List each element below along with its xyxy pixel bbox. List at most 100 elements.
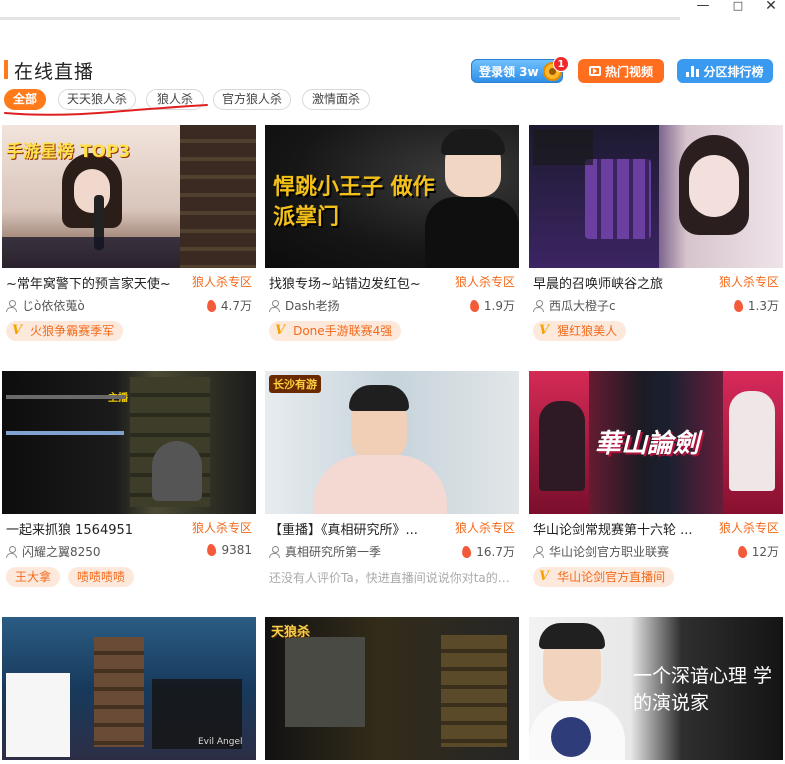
stream-card[interactable]: Evil Angel <box>2 617 256 764</box>
stream-thumbnail[interactable]: 手游星榜 TOP3 <box>2 125 256 268</box>
stream-thumbnail[interactable]: 主播 <box>2 371 256 514</box>
view-count: 9381 <box>206 543 252 557</box>
stream-title[interactable]: 华山论剑常规赛第十六轮 ... <box>533 519 713 538</box>
section-title: 在线直播 <box>14 61 95 83</box>
hot-video-label: 热门视频 <box>604 64 653 79</box>
tag-chip[interactable]: 啧啧啧啧 <box>68 567 135 587</box>
title-bar: — □ ✕ <box>0 0 785 30</box>
tab-official-werewolf[interactable]: 官方狼人杀 <box>213 89 291 110</box>
streamer-name-text: 真相研究所第一季 <box>285 545 382 559</box>
v-icon: V <box>539 569 550 584</box>
achievement-badge-text: Done手游联赛4强 <box>293 324 393 338</box>
user-icon <box>533 299 544 312</box>
thumbnail-overlay-text: 长沙有游 <box>269 375 321 393</box>
streamer-name[interactable]: じò依依蒐ò <box>6 297 85 314</box>
user-icon <box>6 299 17 312</box>
category-tag[interactable]: 狼人杀专区 <box>719 519 779 536</box>
achievement-badge: V 猩红狼美人 <box>533 321 627 341</box>
stream-title[interactable]: 【重播】《真相研究所》... <box>269 519 449 538</box>
flame-icon <box>206 298 217 313</box>
view-count: 12万 <box>736 543 779 560</box>
streamer-name[interactable]: 闪耀之翼8250 <box>6 543 101 560</box>
view-count-text: 4.7万 <box>220 299 252 313</box>
view-count-text: 1.3万 <box>747 299 779 313</box>
streamer-name-text: じò依依蒐ò <box>22 299 85 313</box>
flame-icon <box>461 544 473 559</box>
view-count-text: 12万 <box>751 545 779 559</box>
view-count-text: 16.7万 <box>476 545 515 559</box>
close-button[interactable]: ✕ <box>757 0 785 14</box>
thumbnail-overlay-text: 悍跳小王子 做作派掌门 <box>273 175 435 230</box>
stream-card[interactable]: 悍跳小王子 做作派掌门 找狼专场~站错边发红包~ 狼人杀专区 Dash老扬 1.… <box>265 125 519 360</box>
streamer-name[interactable]: 华山论剑官方职业联赛 <box>533 543 669 560</box>
category-tag[interactable]: 狼人杀专区 <box>192 273 252 290</box>
horizontal-scrollbar[interactable] <box>0 17 680 20</box>
category-tag[interactable]: 狼人杀专区 <box>455 273 515 290</box>
achievement-badge-text: 猩红狼美人 <box>557 324 618 338</box>
streamer-name-text: 西瓜大橙子c <box>549 299 616 313</box>
stream-card[interactable]: 一个深谙心理 学的演说家 <box>529 617 783 764</box>
tag-chip[interactable]: 王大拿 <box>6 567 61 587</box>
login-reward-button[interactable]: 登录领 3w <box>471 59 563 83</box>
stream-thumbnail[interactable] <box>529 125 783 268</box>
maximize-button[interactable]: □ <box>724 0 752 14</box>
user-icon <box>533 545 544 558</box>
stream-thumbnail[interactable]: 悍跳小王子 做作派掌门 <box>265 125 519 268</box>
rank-label: 分区排行榜 <box>703 64 764 79</box>
v-icon: V <box>275 323 286 338</box>
section-accent-bar <box>4 60 8 79</box>
red-underline-annotation <box>4 104 208 116</box>
flame-icon <box>733 298 744 313</box>
view-count: 1.3万 <box>733 297 779 314</box>
notification-badge: 1 <box>553 56 569 72</box>
user-icon <box>269 545 280 558</box>
minimize-button[interactable]: — <box>689 0 717 14</box>
rank-button[interactable]: 分区排行榜 <box>677 59 773 83</box>
streamer-name[interactable]: Dash老扬 <box>269 297 339 314</box>
bar-chart-icon <box>686 65 700 77</box>
category-tag[interactable]: 狼人杀专区 <box>455 519 515 536</box>
achievement-badge: V 火狼争霸赛季军 <box>6 321 124 341</box>
stream-card[interactable]: 手游星榜 TOP3 ~常年窝警下的预言家天使~ 狼人杀专区 じò依依蒐ò 4.7… <box>2 125 256 360</box>
stream-title[interactable]: 一起来抓狼 1564951 <box>6 519 186 538</box>
stream-title[interactable]: 早晨的召唤师峡谷之旅 <box>533 273 713 292</box>
stream-thumbnail[interactable]: Evil Angel <box>2 617 256 760</box>
login-reward-label: 登录领 3w <box>479 64 539 79</box>
stream-card[interactable]: 主播 一起来抓狼 1564951 狼人杀专区 闪耀之翼8250 9381 王大拿… <box>2 371 256 606</box>
user-icon <box>269 299 280 312</box>
stream-title[interactable]: ~常年窝警下的预言家天使~ <box>6 273 186 292</box>
category-tag[interactable]: 狼人杀专区 <box>719 273 779 290</box>
tab-passion-face-kill[interactable]: 激情面杀 <box>302 89 370 110</box>
streamer-name[interactable]: 西瓜大橙子c <box>533 297 616 314</box>
stream-thumbnail[interactable]: 華山論劍 <box>529 371 783 514</box>
flame-icon <box>469 298 480 313</box>
stream-card[interactable]: 长沙有游 【重播】《真相研究所》... 狼人杀专区 真相研究所第一季 16.7万… <box>265 371 519 606</box>
view-count: 1.9万 <box>469 297 515 314</box>
stream-title[interactable]: 找狼专场~站错边发红包~ <box>269 273 449 292</box>
comment-preview: 还没有人评价Ta，快进直播间说说你对ta的印... <box>269 571 517 585</box>
hot-video-button[interactable]: 热门视频 <box>578 59 664 83</box>
view-count-text: 1.9万 <box>483 299 515 313</box>
stream-card[interactable]: 早晨的召唤师峡谷之旅 狼人杀专区 西瓜大橙子c 1.3万 V 猩红狼美人 <box>529 125 783 360</box>
view-count: 4.7万 <box>206 297 252 314</box>
v-icon: V <box>539 323 550 338</box>
view-count: 16.7万 <box>461 543 515 560</box>
stream-thumbnail[interactable]: 长沙有游 <box>265 371 519 514</box>
stream-card[interactable]: 華山論劍 华山论剑常规赛第十六轮 ... 狼人杀专区 华山论剑官方职业联赛 12… <box>529 371 783 606</box>
flame-icon <box>206 543 218 557</box>
stream-thumbnail[interactable]: 一个深谙心理 学的演说家 <box>529 617 783 760</box>
view-count-text: 9381 <box>221 543 252 557</box>
streamer-name[interactable]: 真相研究所第一季 <box>269 543 381 560</box>
achievement-badge: V 华山论剑官方直播间 <box>533 567 675 587</box>
stream-thumbnail[interactable]: 天狼杀 <box>265 617 519 760</box>
achievement-badge-text: 火狼争霸赛季军 <box>30 324 115 338</box>
category-tag[interactable]: 狼人杀专区 <box>192 519 252 536</box>
stream-card[interactable]: 天狼杀 <box>265 617 519 764</box>
thumbnail-overlay-text: 手游星榜 TOP3 <box>6 142 131 162</box>
flame-icon <box>736 544 748 559</box>
thumbnail-overlay-text: Evil Angel <box>198 737 243 747</box>
thumbnail-overlay-text: 天狼杀 <box>271 625 311 640</box>
v-icon: V <box>12 323 23 338</box>
achievement-badge-text: 华山论剑官方直播间 <box>557 570 666 584</box>
streamer-name-text: Dash老扬 <box>285 299 340 313</box>
